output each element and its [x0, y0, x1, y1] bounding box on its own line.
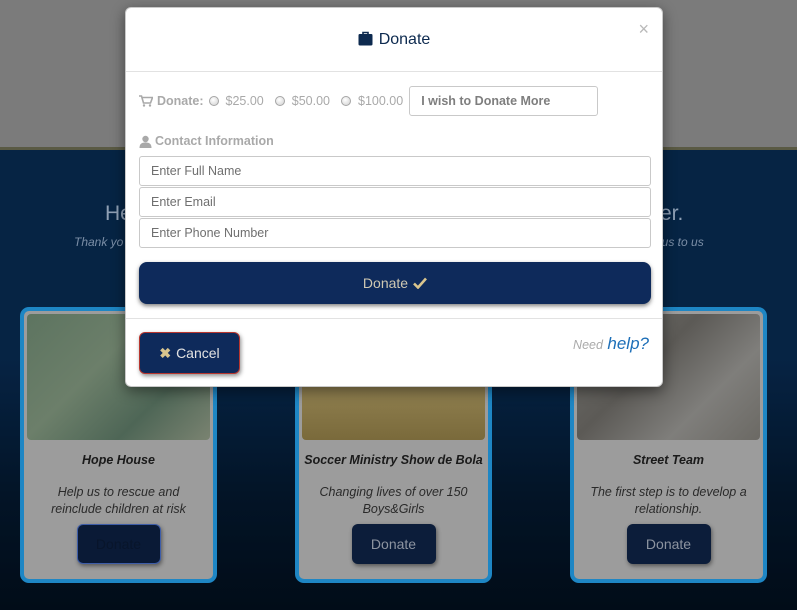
modal-divider	[126, 318, 662, 319]
section-subtext-left: Thank yo	[74, 235, 124, 249]
card-text: The first step is to develop a relations…	[590, 485, 747, 516]
donate-label: Donate:	[139, 94, 204, 108]
amount-label-100: $100.00	[358, 94, 404, 108]
full-name-input[interactable]: Enter Full Name	[139, 156, 651, 186]
custom-amount-input[interactable]: I wish to Donate More	[409, 86, 599, 116]
contact-info-label: Contact Information	[139, 134, 274, 148]
phone-input[interactable]: Enter Phone Number	[139, 218, 651, 248]
donation-amount-row: Donate: $25.00 $50.00 $100.00 I wish to …	[139, 86, 609, 116]
section-heading-right: er.	[660, 202, 684, 225]
contact-info-text: Contact Information	[155, 134, 274, 148]
card-text: Help us to rescue and reinclude children…	[51, 485, 186, 516]
amount-label-25: $25.00	[225, 94, 264, 108]
cancel-button[interactable]: ✖ Cancel	[139, 332, 240, 374]
amount-radio-25[interactable]	[208, 96, 219, 106]
close-icon[interactable]: ×	[638, 19, 649, 40]
user-icon	[139, 135, 152, 148]
card-title: Street Team	[632, 453, 705, 467]
card-title: Soccer Ministry Show de Bola	[304, 453, 483, 467]
times-icon: ✖	[159, 344, 172, 361]
amount-label-50: $50.00	[291, 94, 330, 108]
card-text: Changing lives of over 150 Boys&Girls	[319, 485, 468, 516]
amount-radio-50[interactable]	[274, 96, 285, 106]
donate-submit-button[interactable]: Donate	[139, 262, 651, 304]
donate-label-text: Donate:	[157, 94, 204, 108]
modal-title-text: Donate	[378, 31, 431, 48]
modal-header: Donate ×	[126, 8, 662, 72]
help-link[interactable]: help?	[607, 334, 649, 353]
card-donate-button[interactable]: Donate	[351, 524, 436, 564]
cart-icon	[139, 95, 153, 107]
help-link-area: Need help?	[573, 334, 649, 354]
amount-radio-100[interactable]	[341, 96, 351, 106]
modal-title: Donate	[126, 31, 662, 51]
card-title: Hope House	[82, 453, 155, 467]
help-need-text: Need	[573, 338, 603, 352]
donate-button-label: Donate	[362, 275, 409, 291]
card-donate-button[interactable]: Donate	[76, 524, 161, 564]
cancel-button-label: Cancel	[176, 345, 220, 361]
check-icon	[413, 277, 428, 289]
briefcase-icon	[358, 31, 373, 51]
card-donate-button[interactable]: Donate	[626, 524, 711, 564]
donate-modal: Donate × Donate: $25.00 $50.00 $100.00 I…	[125, 7, 663, 387]
email-input[interactable]: Enter Email	[139, 187, 651, 217]
